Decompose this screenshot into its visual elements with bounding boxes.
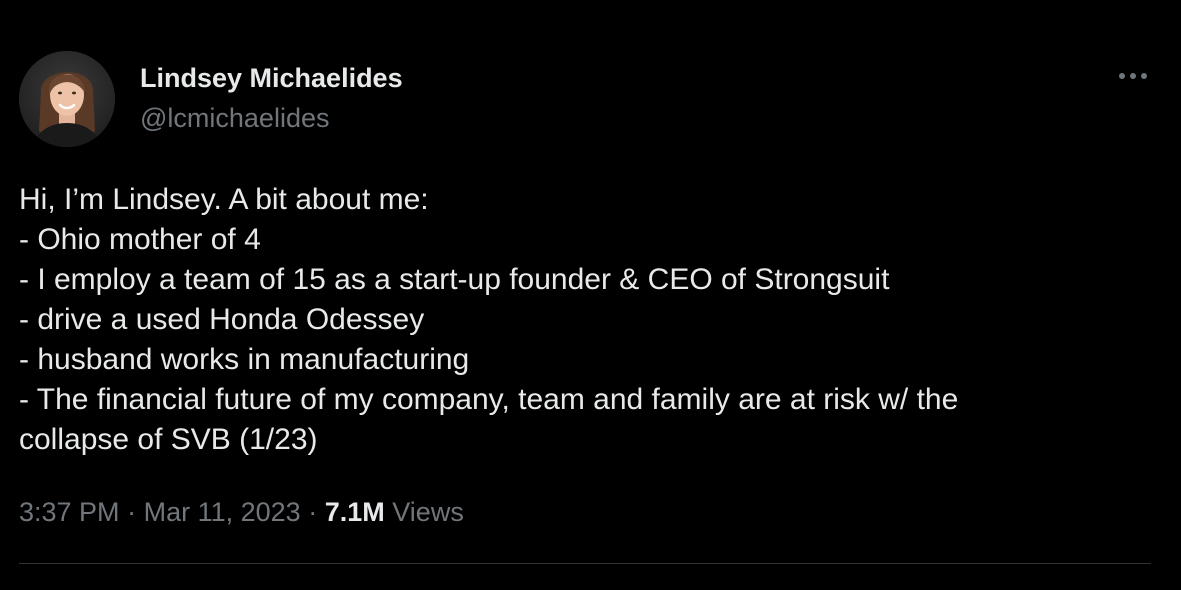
more-horizontal-icon — [1119, 73, 1147, 79]
tweet-meta: 3:37 PM · Mar 11, 2023 · 7.1M Views — [19, 494, 464, 530]
tweet-date[interactable]: Mar 11, 2023 — [144, 497, 301, 527]
tweet-text-line: - Ohio mother of 4 — [19, 223, 261, 256]
tweet-text-line: - husband works in manufacturing — [19, 343, 470, 376]
tweet-text-line: - I employ a team of 15 as a start-up fo… — [19, 263, 890, 296]
tweet-text-line: - drive a used Honda Odessey — [19, 303, 425, 336]
more-options-button[interactable] — [1115, 64, 1151, 88]
tweet-text: Hi, I’m Lindsey. A bit about me: - Ohio … — [19, 180, 1159, 460]
views-count: 7.1M — [324, 497, 385, 527]
profile-photo-icon — [19, 51, 115, 147]
avatar[interactable] — [19, 51, 115, 147]
tweet-time[interactable]: 3:37 PM — [19, 497, 120, 527]
author-display-name[interactable]: Lindsey Michaelides — [140, 62, 403, 94]
tweet-text-line: collapse of SVB (1/23) — [19, 423, 318, 456]
divider — [19, 563, 1151, 564]
meta-separator: · — [308, 497, 318, 527]
views-label: Views — [392, 497, 464, 527]
tweet-card: Lindsey Michaelides @lcmichaelides Hi, I… — [0, 0, 1181, 590]
tweet-text-line: Hi, I’m Lindsey. A bit about me: — [19, 183, 429, 216]
tweet-text-line: - The financial future of my company, te… — [19, 383, 959, 416]
tweet-author: Lindsey Michaelides @lcmichaelides — [140, 62, 403, 134]
meta-separator: · — [127, 497, 137, 527]
author-handle[interactable]: @lcmichaelides — [140, 102, 403, 134]
